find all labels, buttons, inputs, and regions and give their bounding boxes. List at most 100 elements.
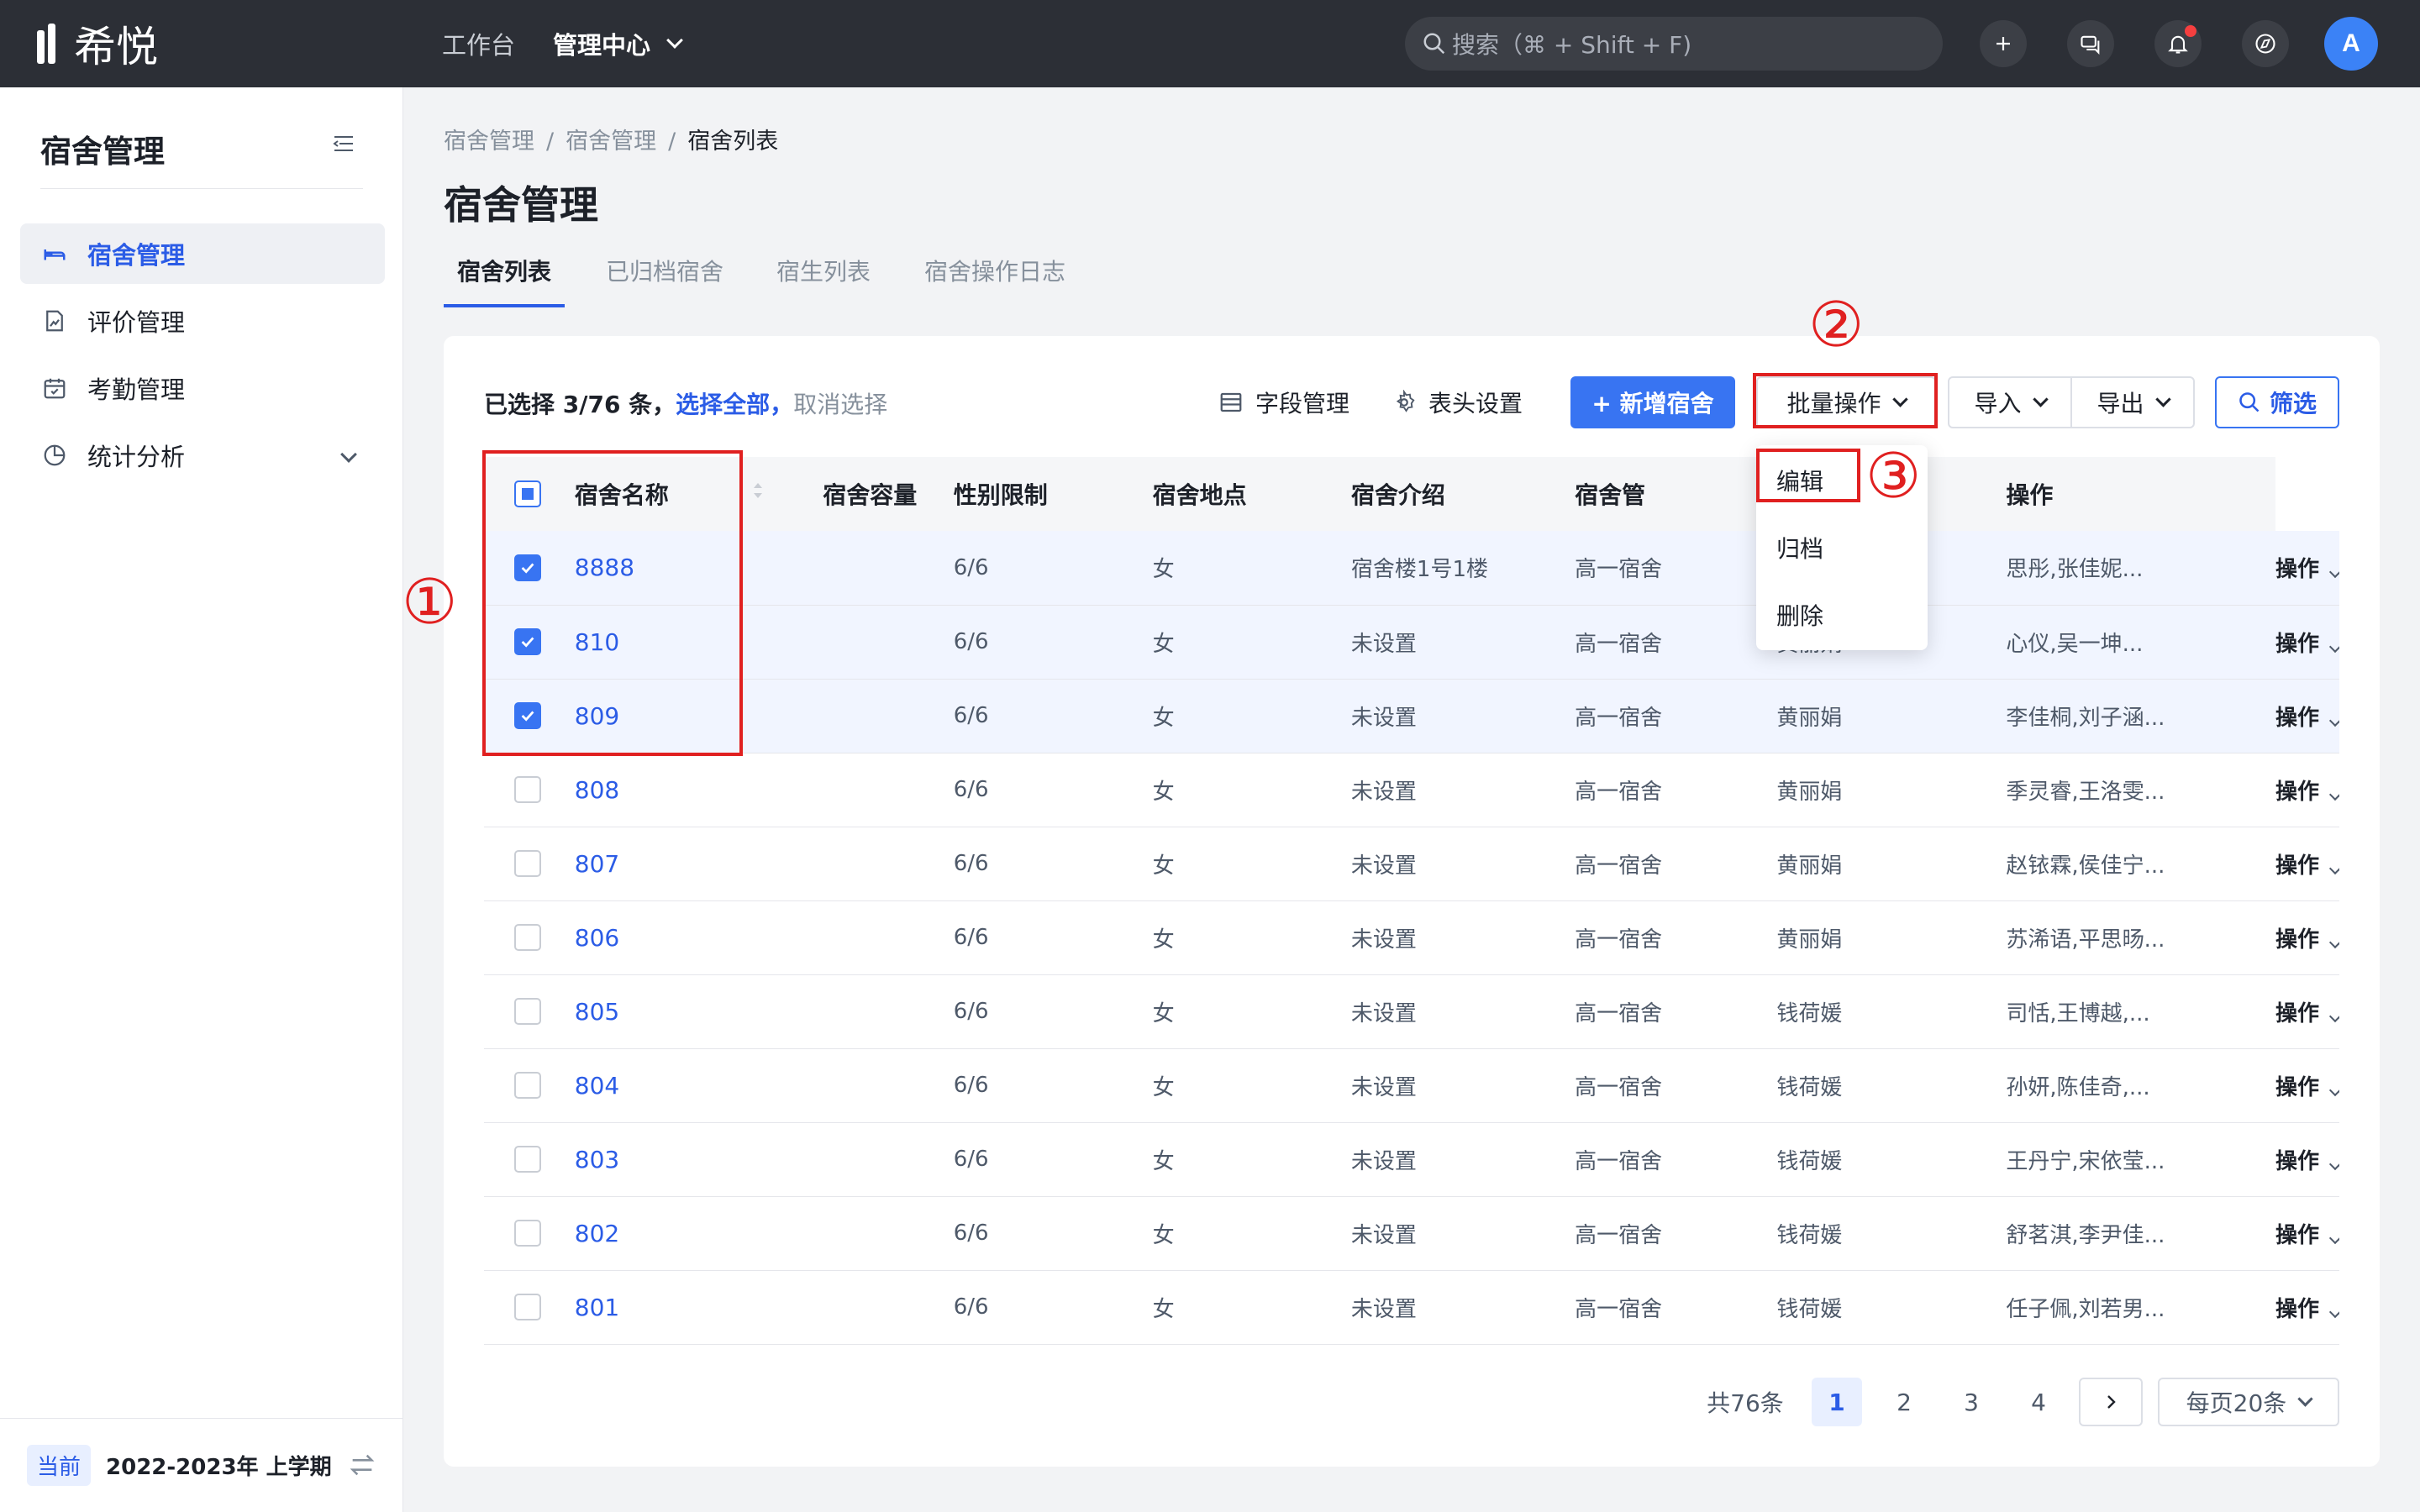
table-row[interactable]: 804 6/6 女未设置 高一宿舍 钱荷媛 孙妍,陈佳奇,... 操作 bbox=[484, 1048, 2339, 1123]
table-row[interactable]: 808 6/6 女未设置 高一宿舍 黄丽娟 季灵睿,王洛雯... 操作 bbox=[484, 753, 2339, 827]
page-4[interactable]: 4 bbox=[2013, 1378, 2064, 1426]
row-checkbox[interactable] bbox=[514, 1220, 541, 1247]
term-switcher[interactable]: 当前 2022-2023年 上学期 bbox=[0, 1418, 403, 1512]
page-1[interactable]: 1 bbox=[1812, 1378, 1862, 1426]
operation-dropdown[interactable]: 操作 bbox=[2275, 1297, 2339, 1322]
table-row[interactable]: 806 6/6 女未设置 高一宿舍 黄丽娟 苏浠语,平思旸... 操作 bbox=[484, 900, 2339, 975]
row-checkbox[interactable] bbox=[514, 1294, 541, 1320]
menu-item-edit[interactable]: 编辑 bbox=[1776, 464, 1823, 497]
row-checkbox[interactable] bbox=[514, 1072, 541, 1099]
row-checkbox[interactable] bbox=[514, 628, 541, 655]
page-size-select[interactable]: 每页20条 bbox=[2158, 1378, 2339, 1426]
batch-operations-button[interactable]: 批量操作 bbox=[1756, 376, 1936, 428]
dorm-name-link[interactable]: 8888 bbox=[574, 531, 954, 606]
dorm-name-link[interactable]: 810 bbox=[574, 605, 954, 680]
messages-button[interactable] bbox=[2067, 20, 2114, 67]
table-row[interactable]: 88886/6女宿舍楼1号1楼高一宿舍黄芩思彤,张佳妮...操作 bbox=[484, 531, 2339, 606]
next-page-button[interactable] bbox=[2079, 1378, 2143, 1426]
table-row[interactable]: 809 6/6 女未设置 高一宿舍 黄丽娟 李佳桐,刘子涵... 操作 bbox=[484, 679, 2339, 753]
operation-cell[interactable]: 操作 bbox=[2275, 1196, 2339, 1271]
dorm-name-link[interactable]: 808 bbox=[574, 753, 954, 827]
row-checkbox[interactable] bbox=[514, 1146, 541, 1173]
table-row[interactable]: 8106/6女未设置高一宿舍黄丽娟心仪,吴一坤...操作 bbox=[484, 605, 2339, 680]
operation-dropdown[interactable]: 操作 bbox=[2275, 1223, 2339, 1248]
operation-dropdown[interactable]: 操作 bbox=[2275, 780, 2339, 805]
dorm-name-link[interactable]: 804 bbox=[574, 1048, 954, 1123]
operation-dropdown[interactable]: 操作 bbox=[2275, 1001, 2339, 1026]
menu-item-delete[interactable]: 删除 bbox=[1776, 598, 1823, 632]
dorm-name-link[interactable]: 803 bbox=[574, 1122, 954, 1197]
select-all-link[interactable]: 选择全部， bbox=[676, 391, 793, 418]
sidebar-item-statistics[interactable]: 统计分析 bbox=[20, 425, 385, 486]
add-button[interactable] bbox=[1980, 20, 2027, 67]
dorm-name-link[interactable]: 807 bbox=[574, 827, 954, 901]
row-checkbox[interactable] bbox=[514, 998, 541, 1025]
page-2[interactable]: 2 bbox=[1879, 1378, 1929, 1426]
operation-cell[interactable]: 操作 bbox=[2275, 900, 2339, 975]
row-checkbox[interactable] bbox=[514, 554, 541, 581]
sort-icon[interactable] bbox=[750, 478, 765, 503]
operation-dropdown[interactable]: 操作 bbox=[2275, 1075, 2339, 1100]
row-checkbox[interactable] bbox=[514, 702, 541, 729]
table-row[interactable]: 803 6/6 女未设置 高一宿舍 钱荷媛 王丹宁,宋依莹... 操作 bbox=[484, 1122, 2339, 1197]
topnav-admin-center[interactable]: 管理中心 bbox=[553, 25, 683, 62]
breadcrumb: 宿舍管理 / 宿舍管理 / 宿舍列表 bbox=[444, 129, 779, 155]
operation-cell[interactable]: 操作 bbox=[2275, 605, 2339, 680]
operation-cell[interactable]: 操作 bbox=[2275, 531, 2339, 606]
sidebar-item-evaluation[interactable]: 评价管理 bbox=[20, 291, 385, 351]
operation-dropdown[interactable]: 操作 bbox=[2275, 927, 2339, 953]
global-search[interactable]: 搜索（⌘ + Shift + F) bbox=[1405, 17, 1943, 71]
sidebar-item-dorm-manage[interactable]: 宿舍管理 bbox=[20, 223, 385, 284]
page-3[interactable]: 3 bbox=[1946, 1378, 1996, 1426]
students-cell: 赵铱霖,侯佳宁... bbox=[2006, 827, 2275, 901]
operation-cell[interactable]: 操作 bbox=[2275, 974, 2339, 1049]
filter-button[interactable]: 筛选 bbox=[2215, 376, 2339, 428]
operation-dropdown[interactable]: 操作 bbox=[2275, 1149, 2339, 1174]
export-button[interactable]: 导出 bbox=[2070, 376, 2195, 428]
breadcrumb-item[interactable]: 宿舍管理 bbox=[444, 129, 534, 155]
row-checkbox[interactable] bbox=[514, 776, 541, 803]
operation-cell[interactable]: 操作 bbox=[2275, 679, 2339, 753]
operation-cell[interactable]: 操作 bbox=[2275, 1048, 2339, 1123]
dorm-name-link[interactable]: 805 bbox=[574, 974, 954, 1049]
add-dorm-button[interactable]: + 新增宿舍 bbox=[1570, 376, 1735, 428]
dorm-name-link[interactable]: 801 bbox=[574, 1270, 954, 1345]
operation-cell[interactable]: 操作 bbox=[2275, 1122, 2339, 1197]
user-avatar[interactable]: A bbox=[2324, 17, 2378, 71]
row-checkbox[interactable] bbox=[514, 924, 541, 951]
sidebar-item-attendance[interactable]: 考勤管理 bbox=[20, 358, 385, 418]
collapse-sidebar-icon[interactable] bbox=[333, 134, 355, 153]
operation-dropdown[interactable]: 操作 bbox=[2275, 853, 2339, 879]
import-button[interactable]: 导入 bbox=[1948, 376, 2072, 428]
field-manage-button[interactable]: 字段管理 bbox=[1218, 376, 1349, 428]
breadcrumb-item[interactable]: 宿舍管理 bbox=[566, 129, 656, 155]
apps-button[interactable] bbox=[2242, 20, 2289, 67]
cancel-select-link[interactable]: 取消选择 bbox=[793, 391, 887, 418]
tab-dorm-list[interactable]: 宿舍列表 bbox=[457, 254, 551, 287]
table-row[interactable]: 807 6/6 女未设置 高一宿舍 黄丽娟 赵铱霖,侯佳宁... 操作 bbox=[484, 827, 2339, 901]
header-settings-button[interactable]: 表头设置 bbox=[1392, 376, 1523, 428]
table-row[interactable]: 801 6/6 女未设置 高一宿舍 钱荷媛 任子佩,刘若男... 操作 bbox=[484, 1270, 2339, 1345]
operation-dropdown[interactable]: 操作 bbox=[2275, 557, 2339, 582]
operation-cell[interactable]: 操作 bbox=[2275, 753, 2339, 827]
operation-dropdown[interactable]: 操作 bbox=[2275, 632, 2339, 657]
operation-cell[interactable]: 操作 bbox=[2275, 1270, 2339, 1345]
select-all-checkbox[interactable] bbox=[514, 480, 541, 507]
table-row[interactable]: 805 6/6 女未设置 高一宿舍 钱荷媛 司恬,王博越,... 操作 bbox=[484, 974, 2339, 1049]
dorm-name-link[interactable]: 802 bbox=[574, 1196, 954, 1271]
menu-item-archive[interactable]: 归档 bbox=[1776, 531, 1823, 564]
app-logo[interactable]: 希悦 bbox=[37, 18, 158, 71]
tab-archived-dorms[interactable]: 已归档宿舍 bbox=[606, 254, 723, 287]
dorm-name-link[interactable]: 809 bbox=[574, 679, 954, 753]
swap-icon[interactable] bbox=[348, 1451, 376, 1479]
row-checkbox[interactable] bbox=[514, 850, 541, 877]
operation-dropdown[interactable]: 操作 bbox=[2275, 706, 2339, 731]
topnav-workbench[interactable]: 工作台 bbox=[442, 25, 515, 62]
tab-resident-list[interactable]: 宿生列表 bbox=[776, 254, 871, 287]
table-row[interactable]: 802 6/6 女未设置 高一宿舍 钱荷媛 舒茗淇,李尹佳... 操作 bbox=[484, 1196, 2339, 1271]
operation-cell[interactable]: 操作 bbox=[2275, 827, 2339, 901]
tab-operation-log[interactable]: 宿舍操作日志 bbox=[924, 254, 1065, 287]
document-chart-icon bbox=[40, 307, 69, 335]
dorm-name-link[interactable]: 806 bbox=[574, 900, 954, 975]
notifications-button[interactable] bbox=[2154, 20, 2202, 67]
